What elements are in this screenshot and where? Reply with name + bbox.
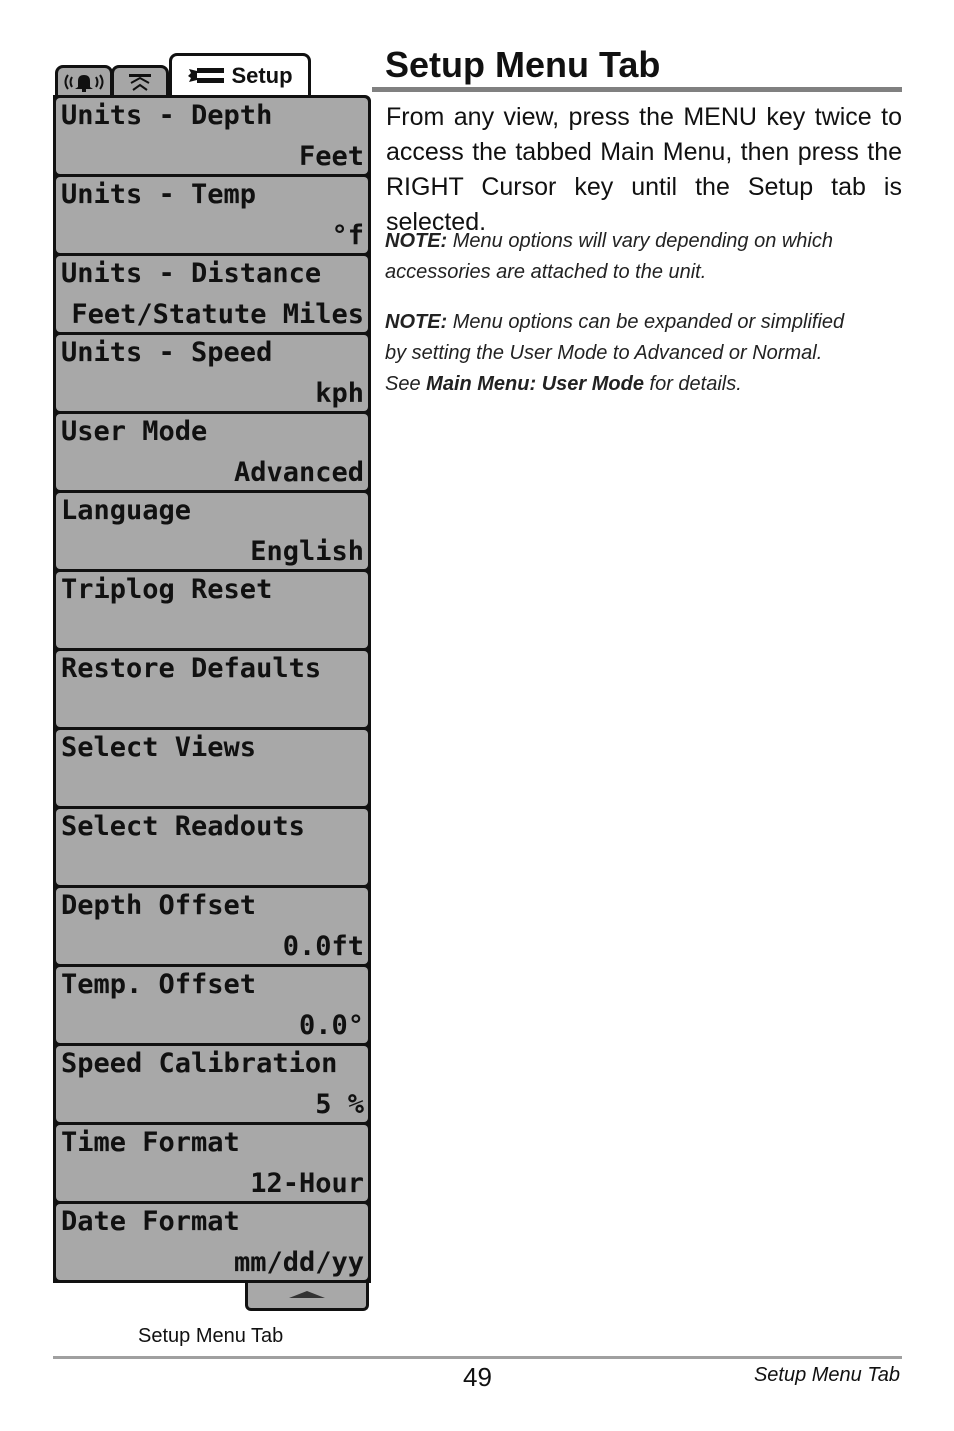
note-prefix: NOTE: [385, 230, 448, 252]
tab-setup-label: Setup [231, 62, 293, 88]
menu-item-label: Date Format [61, 1206, 240, 1237]
intro-paragraph: From any view, press the MENU key twice … [386, 103, 902, 236]
sonar-icon [125, 71, 155, 93]
menu-item-select-readouts[interactable]: Select Readouts [56, 809, 368, 885]
page-title: Setup Menu Tab [385, 44, 661, 85]
setup-menu-panel: Setup Units - Depth Feet Units - Temp °f U… [53, 53, 371, 1311]
menu-item-label: Depth Offset [61, 890, 257, 921]
menu-item-restore-defaults[interactable]: Restore Defaults [56, 651, 368, 727]
menu-item-label: Language [61, 495, 192, 526]
menu-item-label: Time Format [61, 1127, 240, 1158]
menu-item-label: Restore Defaults [61, 653, 322, 684]
menu-item-units-speed[interactable]: Units - Speed kph [56, 335, 368, 411]
menu-item-units-distance[interactable]: Units - Distance Feet/Statute Miles [56, 256, 368, 332]
menu-item-units-temp[interactable]: Units - Temp °f [56, 177, 368, 253]
menu-item-user-mode[interactable]: User Mode Advanced [56, 414, 368, 490]
tab-alarms[interactable] [55, 65, 113, 95]
menu-item-value: 0.0° [298, 1010, 364, 1041]
menu-item-value: 0.0ft [282, 931, 364, 962]
menu-item-label: Units - Speed [61, 337, 273, 368]
menu-item-speed-calibration[interactable]: Speed Calibration 5 % [56, 1046, 368, 1122]
menu-item-value: Feet [298, 141, 364, 172]
note-accessories: NOTE: Menu options will vary depending o… [385, 226, 855, 288]
note-prefix: NOTE: [385, 311, 448, 333]
menu-item-time-format[interactable]: Time Format 12-Hour [56, 1125, 368, 1201]
alarm-bell-icon [62, 71, 106, 93]
tab-sonar[interactable] [111, 65, 169, 95]
menu-item-label: User Mode [61, 416, 208, 447]
menu-item-label: Speed Calibration [61, 1048, 338, 1079]
scroll-up-button[interactable] [245, 1283, 369, 1311]
menu-item-value: °f [331, 220, 364, 251]
menu-item-value: English [250, 536, 364, 567]
scroll-up-icon [287, 1287, 327, 1305]
menu-item-temp-offset[interactable]: Temp. Offset 0.0° [56, 967, 368, 1043]
menu-item-value: 5 % [315, 1089, 364, 1120]
menu-item-select-views[interactable]: Select Views [56, 730, 368, 806]
menu-item-triplog-reset[interactable]: Triplog Reset [56, 572, 368, 648]
menu-item-date-format[interactable]: Date Format mm/dd/yy [56, 1204, 368, 1280]
menu-item-value: kph [315, 378, 364, 409]
menu-item-list: Units - Depth Feet Units - Temp °f Units -… [53, 95, 371, 1283]
menu-item-language[interactable]: Language English [56, 493, 368, 569]
note-user-mode: NOTE: Menu options can be expanded or si… [385, 307, 855, 400]
figure-caption: Setup Menu Tab [138, 1325, 284, 1347]
menu-item-label: Select Views [61, 732, 257, 763]
menu-item-units-depth[interactable]: Units - Depth Feet [56, 98, 368, 174]
menu-tabs: Setup [53, 53, 371, 95]
page-number: 49 [463, 1362, 492, 1392]
tab-setup[interactable]: Setup [169, 53, 311, 95]
menu-item-depth-offset[interactable]: Depth Offset 0.0ft [56, 888, 368, 964]
menu-item-label: Triplog Reset [61, 574, 273, 605]
note-suffix: for details. [643, 373, 742, 395]
footer-divider [53, 1356, 902, 1359]
menu-item-value: 12-Hour [250, 1168, 364, 1199]
menu-item-label: Units - Distance [61, 258, 322, 289]
note-text: Menu options will vary depending on whic… [385, 230, 833, 283]
wrench-icon [187, 65, 225, 87]
menu-item-label: Select Readouts [61, 811, 305, 842]
menu-item-label: Units - Depth [61, 100, 273, 131]
menu-item-value: Advanced [233, 457, 364, 488]
menu-item-value: mm/dd/yy [233, 1247, 364, 1278]
menu-item-label: Temp. Offset [61, 969, 257, 1000]
cross-reference-link[interactable]: Main Menu: User Mode [426, 373, 644, 395]
menu-item-label: Units - Temp [61, 179, 257, 210]
footer-section-title: Setup Menu Tab [753, 1364, 900, 1386]
heading-divider [372, 87, 902, 92]
menu-item-value: Feet/Statute Miles [71, 299, 364, 330]
